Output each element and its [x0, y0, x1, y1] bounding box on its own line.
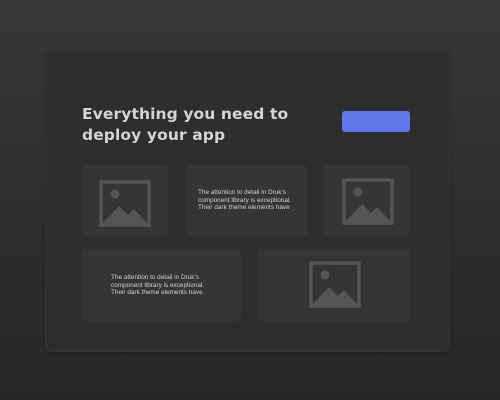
image-placeholder-icon [99, 180, 151, 227]
testimonial-card: The attention to detail in Druk's compon… [186, 165, 307, 236]
image-placeholder-icon [342, 178, 394, 225]
testimonial-card: The attention to detail in Druk's compon… [82, 249, 241, 321]
testimonial-text: The attention to detail in Druk's compon… [111, 274, 205, 297]
image-card [258, 249, 410, 321]
hero-title: Everything you need to deploy your app [82, 105, 289, 144]
image-placeholder-icon [309, 261, 361, 308]
image-card [82, 165, 168, 236]
cta-button[interactable] [342, 111, 410, 132]
image-card [324, 165, 410, 236]
testimonial-text: The attention to detail in Druk's compon… [198, 189, 292, 212]
